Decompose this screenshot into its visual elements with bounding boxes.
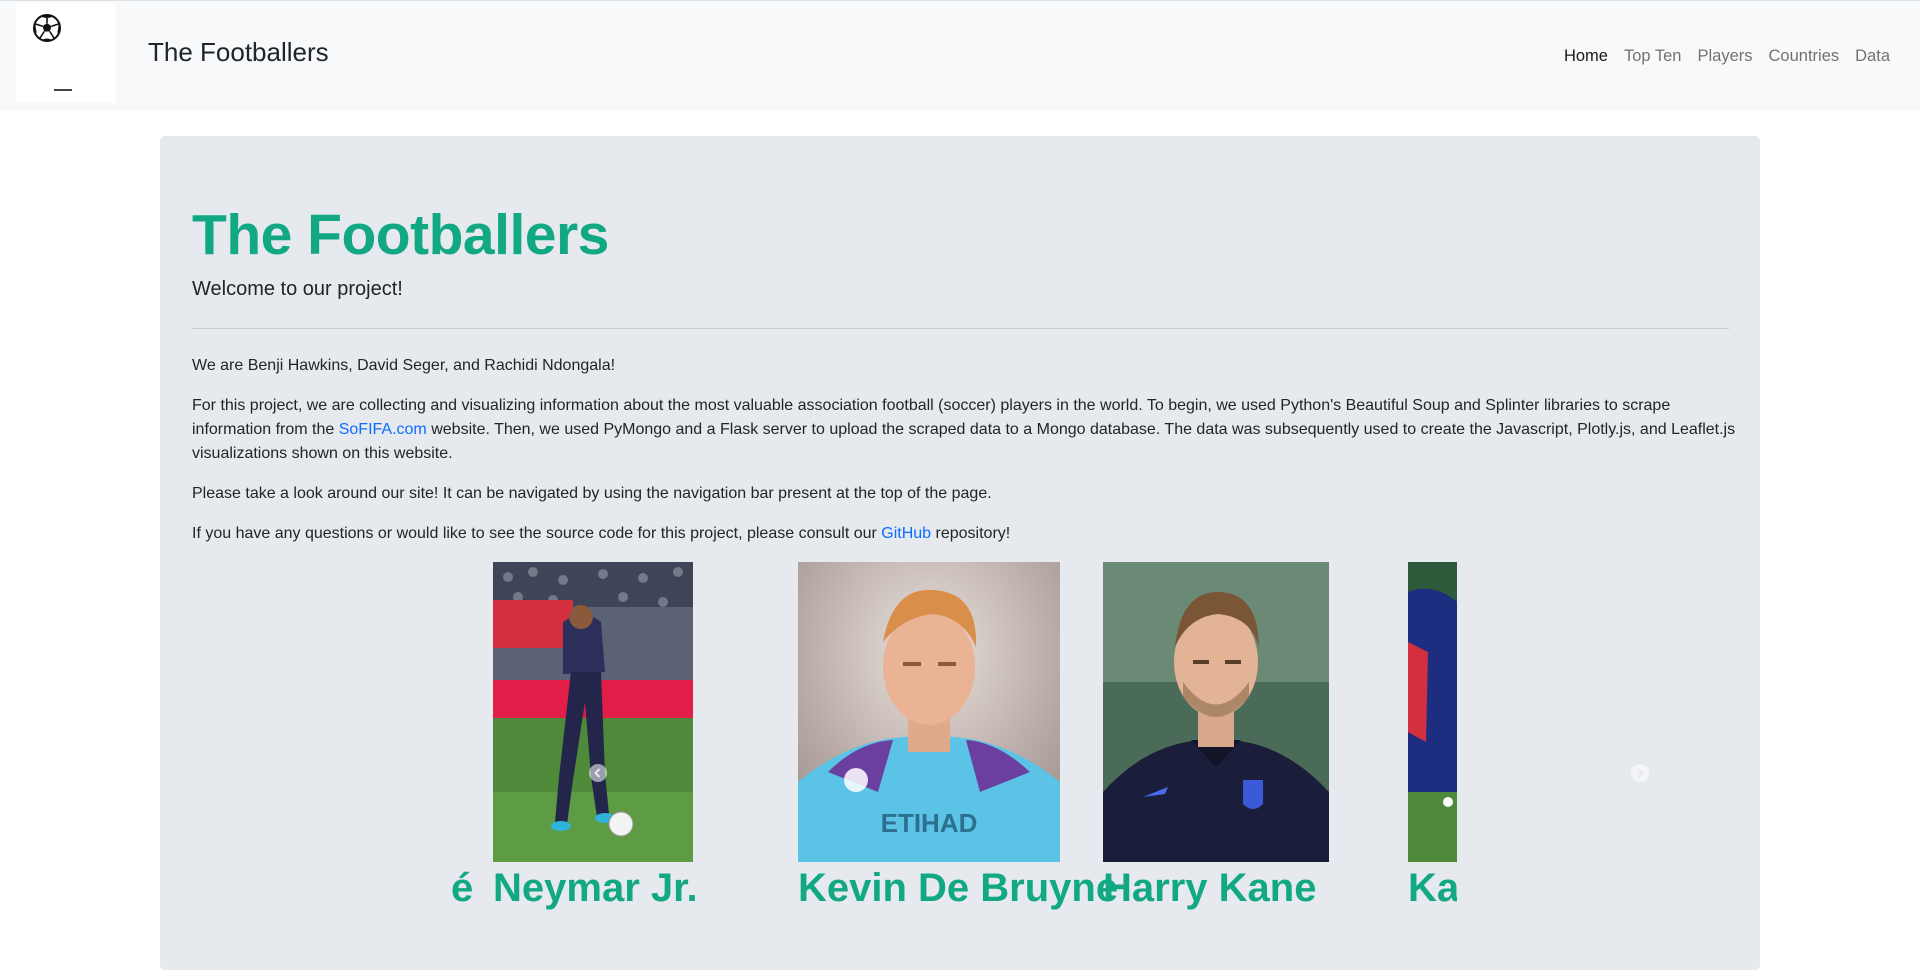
chevron-right-icon [1637, 768, 1644, 778]
svg-text:ETIHAD: ETIHAD [881, 808, 978, 838]
slide-name: Ka [1408, 866, 1457, 910]
github-note: If you have any questions or would like … [192, 522, 1737, 546]
chevron-left-icon [594, 768, 601, 778]
project-description: For this project, we are collecting and … [192, 394, 1737, 466]
brand-logo[interactable] [16, 3, 116, 103]
soccer-ball-icon [33, 14, 61, 42]
player-photo-neymar [493, 562, 693, 862]
jumbotron: The Footballers Welcome to our project! … [160, 136, 1760, 970]
nav-links: Home Top Ten Players Countries Data [1556, 47, 1898, 66]
slide-name: é [451, 866, 474, 910]
navbar: The Footballers Home Top Ten Players Cou… [0, 0, 1920, 111]
sofifa-link[interactable]: SoFIFA.com [339, 421, 427, 438]
player-photo-kante [1408, 562, 1457, 862]
logo-underline [54, 89, 72, 91]
nav-link-home[interactable]: Home [1556, 47, 1616, 66]
nav-link-data[interactable]: Data [1847, 47, 1898, 66]
navigation-hint: Please take a look around our site! It c… [192, 485, 992, 502]
github-link[interactable]: GitHub [881, 525, 931, 542]
nav-link-countries[interactable]: Countries [1761, 47, 1848, 66]
nav-link-top-ten[interactable]: Top Ten [1616, 47, 1690, 66]
slide-name: Neymar Jr. [493, 866, 698, 910]
page-title: The Footballers [192, 203, 609, 267]
nav-link-players[interactable]: Players [1689, 47, 1760, 66]
carousel-prev-button[interactable] [589, 764, 607, 782]
navbar-brand[interactable]: The Footballers [148, 37, 329, 68]
divider [192, 328, 1729, 329]
github-text-1: If you have any questions or would like … [192, 525, 882, 542]
player-carousel[interactable]: é Neymar Jr. ETIHAD Kevin De Bruyne Harr… [430, 562, 1649, 910]
player-photo-de-bruyne: ETIHAD [798, 562, 1060, 862]
lead-text: Welcome to our project! [192, 278, 403, 300]
slide-name: Harry Kane [1103, 866, 1317, 910]
slide-name: Kevin De Bruyne [798, 866, 1119, 910]
carousel-next-button[interactable] [1631, 764, 1649, 782]
player-photo-kane [1103, 562, 1329, 862]
authors-text: We are Benji Hawkins, David Seger, and R… [192, 357, 616, 374]
github-text-2: repository! [931, 525, 1011, 542]
